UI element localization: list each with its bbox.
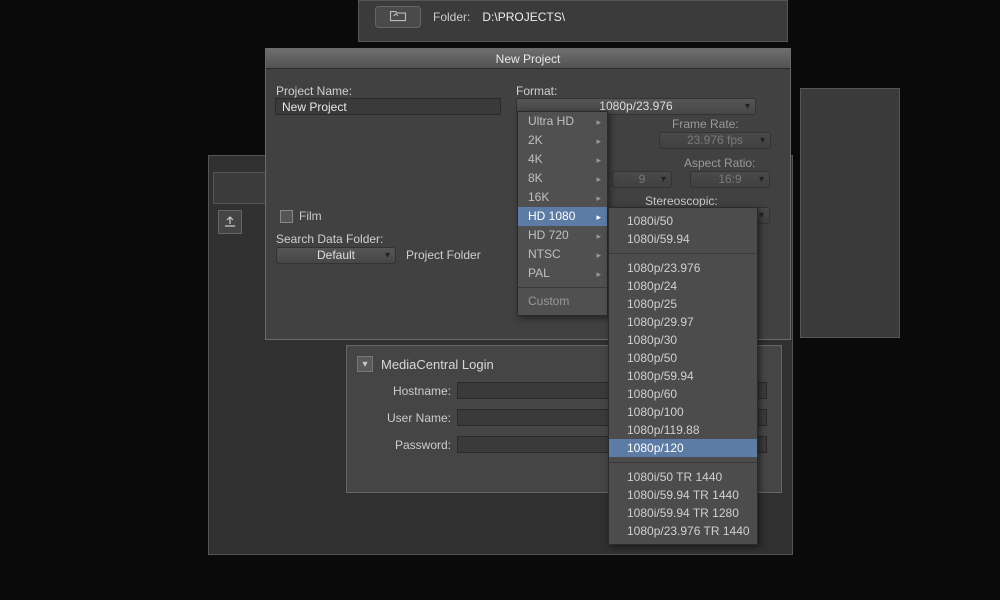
format-category-menu: Ultra HD2K4K8K16KHD 1080HD 720NTSCPAL Cus… <box>517 111 608 316</box>
format-preset-item[interactable]: 1080p/30 <box>609 331 757 349</box>
format-preset-item[interactable]: 1080p/120 <box>609 439 757 457</box>
search-data-folder-dropdown[interactable]: Default <box>276 247 396 264</box>
format-preset-item[interactable]: 1080p/29.97 <box>609 313 757 331</box>
project-name-input[interactable]: New Project <box>275 98 501 115</box>
folder-label: Folder: <box>433 10 470 24</box>
format-preset-item[interactable]: 1080i/50 <box>609 212 757 230</box>
menu-separator <box>609 462 757 463</box>
format-preset-submenu: 1080i/501080i/59.941080p/23.9761080p/241… <box>608 207 758 545</box>
format-category-custom[interactable]: Custom <box>518 292 607 311</box>
format-preset-item[interactable]: 1080p/23.976 <box>609 259 757 277</box>
stereoscopic-dropdown[interactable] <box>756 207 770 224</box>
format-category-item[interactable]: HD 720 <box>518 226 607 245</box>
format-preset-item[interactable]: 1080p/59.94 <box>609 367 757 385</box>
username-label: User Name: <box>357 411 457 425</box>
format-category-item[interactable]: 16K <box>518 188 607 207</box>
folder-row: Folder: D:\PROJECTS\ <box>375 6 565 28</box>
format-category-item[interactable]: 8K <box>518 169 607 188</box>
frame-rate-dropdown[interactable]: 23.976 fps <box>659 132 771 149</box>
film-checkbox[interactable] <box>280 210 293 223</box>
folder-path: D:\PROJECTS\ <box>482 10 565 24</box>
upload-icon <box>223 214 237 231</box>
format-preset-item[interactable]: 1080p/119.88 <box>609 421 757 439</box>
format-category-item[interactable]: NTSC <box>518 245 607 264</box>
frame-rate-label: Frame Rate: <box>672 117 739 131</box>
mediacentral-title: MediaCentral Login <box>381 357 494 372</box>
toolbar-button[interactable] <box>218 210 242 234</box>
format-preset-item[interactable]: 1080p/23.976 TR 1440 <box>609 522 757 540</box>
menu-separator <box>609 253 757 254</box>
browse-folder-button[interactable] <box>375 6 421 28</box>
format-category-item[interactable]: 4K <box>518 150 607 169</box>
menu-separator <box>518 287 607 288</box>
collapse-toggle[interactable]: ▾ <box>357 356 373 372</box>
format-preset-item[interactable]: 1080i/59.94 TR 1280 <box>609 504 757 522</box>
film-label: Film <box>299 209 322 223</box>
aspect-ratio-dropdown[interactable]: 16:9 <box>690 171 770 188</box>
project-name-label: Project Name: <box>276 84 352 98</box>
format-preset-item[interactable]: 1080p/24 <box>609 277 757 295</box>
format-category-item[interactable]: Ultra HD <box>518 112 607 131</box>
format-preset-item[interactable]: 1080i/50 TR 1440 <box>609 468 757 486</box>
format-preset-item[interactable]: 1080i/59.94 TR 1440 <box>609 486 757 504</box>
format-preset-item[interactable]: 1080p/25 <box>609 295 757 313</box>
format-category-item[interactable]: HD 1080 <box>518 207 607 226</box>
search-data-folder-label: Search Data Folder: <box>276 232 383 246</box>
right-side-panel <box>800 88 900 338</box>
format-category-item[interactable]: PAL <box>518 264 607 283</box>
dialog-title: New Project <box>266 49 790 69</box>
format-preset-item[interactable]: 1080p/60 <box>609 385 757 403</box>
format-preset-item[interactable]: 1080p/50 <box>609 349 757 367</box>
aspect-ratio-label: Aspect Ratio: <box>684 156 755 170</box>
format-label: Format: <box>516 84 557 98</box>
aspect-ratio-left-dropdown[interactable]: 9 <box>612 171 672 188</box>
format-preset-item[interactable]: 1080p/100 <box>609 403 757 421</box>
film-checkbox-row[interactable]: Film <box>280 209 322 223</box>
project-folder-label: Project Folder <box>406 248 481 262</box>
format-preset-item[interactable]: 1080i/59.94 <box>609 230 757 248</box>
password-label: Password: <box>357 438 457 452</box>
folder-icon <box>389 9 407 26</box>
hostname-label: Hostname: <box>357 384 457 398</box>
stereoscopic-label: Stereoscopic: <box>645 194 718 208</box>
format-category-item[interactable]: 2K <box>518 131 607 150</box>
